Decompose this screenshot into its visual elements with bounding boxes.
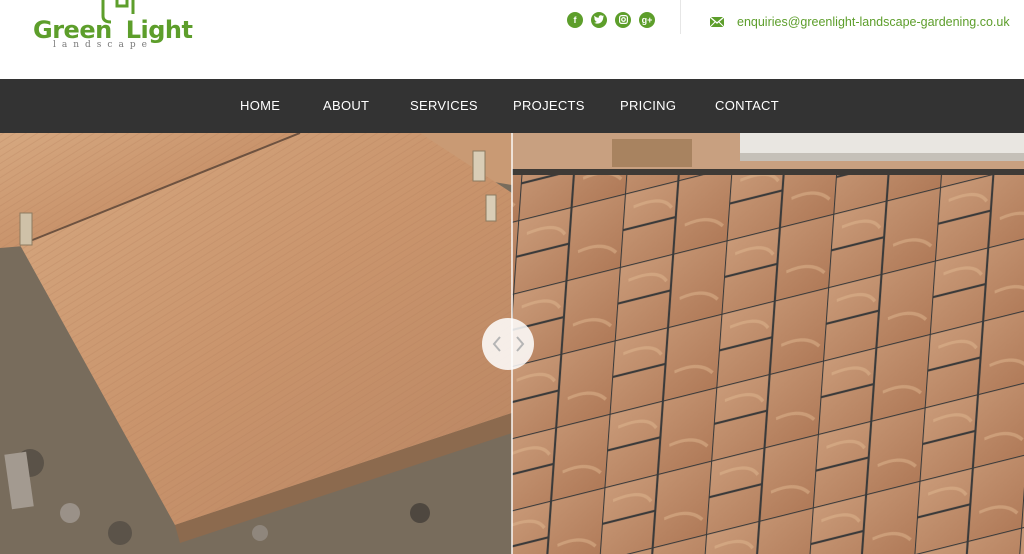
envelope-icon [710, 17, 724, 27]
nav-about[interactable]: ABOUT [323, 98, 369, 113]
nav-home[interactable]: HOME [240, 98, 280, 113]
main-nav: HOME ABOUT SERVICES PROJECTS PRICING CON… [0, 79, 1024, 133]
site-header: Green Light landscape f g+ enquiries@gree… [0, 0, 1024, 79]
email-contact: enquiries@greenlight-landscape-gardening… [710, 15, 1010, 29]
twitter-icon[interactable] [591, 12, 607, 28]
slider-handle[interactable] [482, 318, 534, 370]
social-links: f g+ [567, 12, 655, 28]
chevron-right-icon[interactable] [514, 334, 526, 354]
chevron-left-icon[interactable] [491, 334, 503, 354]
nav-projects[interactable]: PROJECTS [513, 98, 585, 113]
nav-pricing[interactable]: PRICING [620, 98, 676, 113]
facebook-icon[interactable]: f [567, 12, 583, 28]
email-link[interactable]: enquiries@greenlight-landscape-gardening… [737, 15, 1010, 29]
header-divider [680, 0, 681, 34]
nav-services[interactable]: SERVICES [410, 98, 478, 113]
site-logo[interactable]: Green Light landscape [33, 0, 203, 60]
before-after-slider[interactable] [0, 133, 1024, 554]
google-plus-icon[interactable]: g+ [639, 12, 655, 28]
instagram-icon[interactable] [615, 12, 631, 28]
logo-tagline: landscape [53, 40, 153, 50]
nav-contact[interactable]: CONTACT [715, 98, 779, 113]
